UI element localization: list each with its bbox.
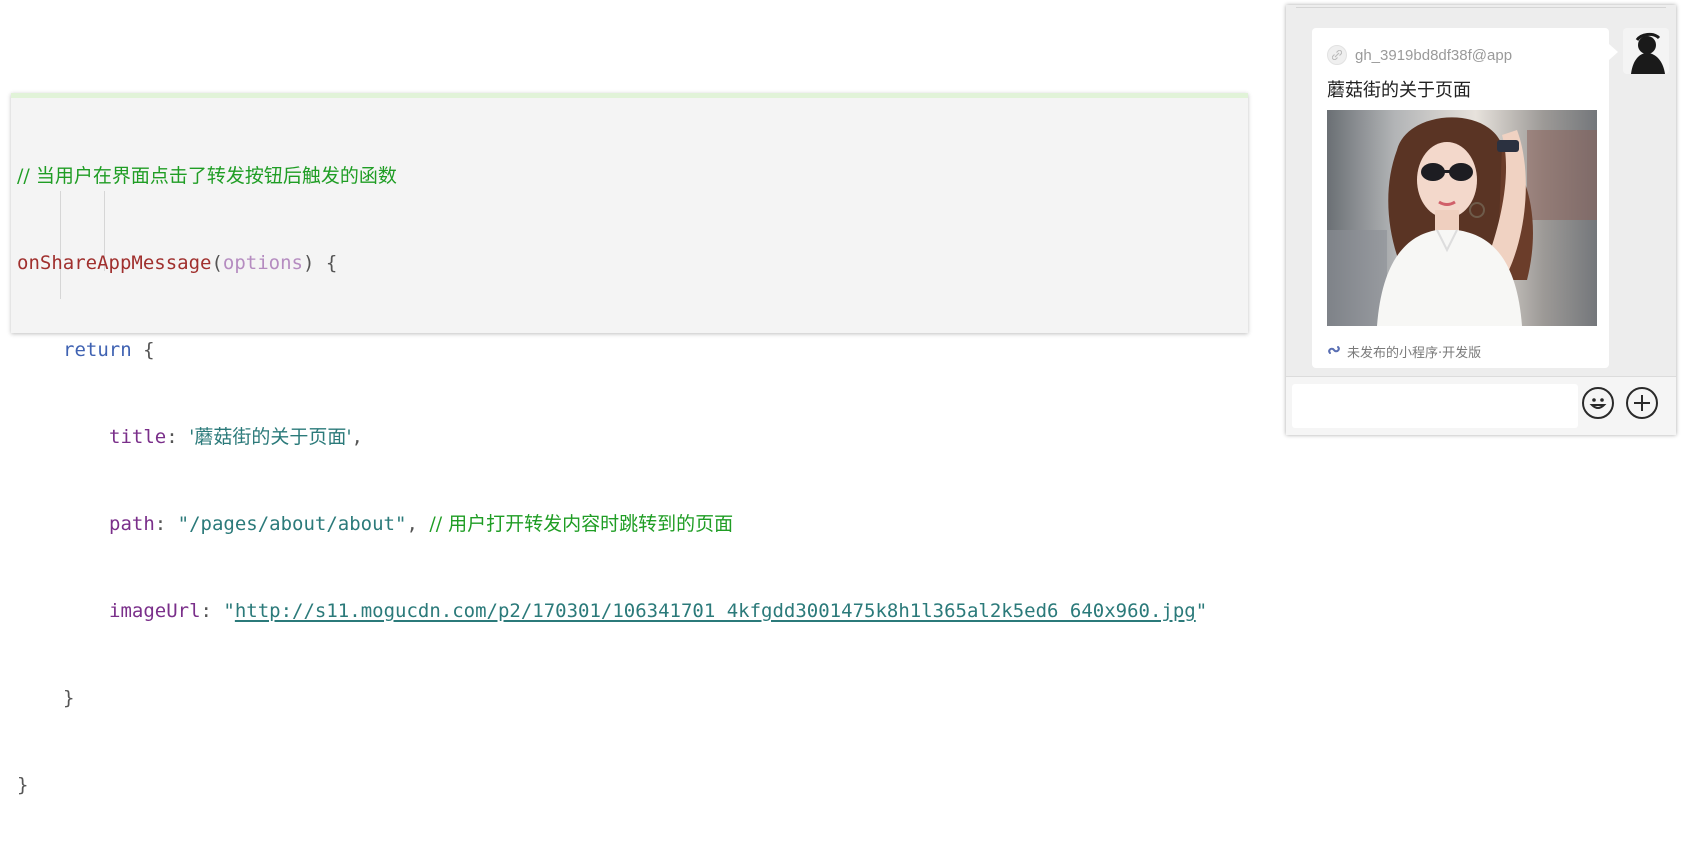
prop-path: path [109, 513, 155, 535]
path-value: "/pages/about/about" [177, 513, 407, 535]
comma: , [351, 426, 363, 448]
code-line-5: path: "/pages/about/about", // 用户打开转发内容时… [17, 510, 1207, 539]
colon: : [154, 513, 178, 535]
emoji-icon [1589, 398, 1607, 409]
mini-program-share-card[interactable]: gh_3919bd8df38f@app 蘑菇街的关于页面 未发布的小程序·开发版 [1312, 28, 1618, 368]
plus-icon [1634, 395, 1650, 411]
link-icon [1327, 45, 1347, 65]
code-content: // 当用户在界面点击了转发按钮后触发的函数 onShareAppMessage… [17, 104, 1207, 858]
quote: " [223, 600, 235, 622]
prop-title: title [109, 426, 167, 448]
share-image [1327, 110, 1597, 326]
title-value: '蘑菇街的关于页面' [189, 426, 352, 448]
code-line-2: onShareAppMessage(options) { [17, 249, 1207, 278]
code-line-8: } [17, 771, 1207, 800]
share-title: 蘑菇街的关于页面 [1327, 80, 1471, 101]
code-block: // 当用户在界面点击了转发按钮后触发的函数 onShareAppMessage… [11, 93, 1248, 796]
plus-button[interactable] [1626, 387, 1658, 419]
code-line-6: imageUrl: "http://s11.mogucdn.com/p2/170… [17, 597, 1207, 626]
code-line-1: // 当用户在界面点击了转发按钮后触发的函数 [17, 162, 1207, 191]
brace: { [131, 339, 155, 361]
comma: , [406, 513, 418, 535]
mini-program-icon [1327, 343, 1343, 361]
quote: " [1195, 600, 1208, 622]
code-line-3: return { [17, 336, 1207, 365]
mini-program-label: 未发布的小程序·开发版 [1347, 346, 1482, 361]
image-url-link[interactable]: http://s11.mogucdn.com/p2/170301/1063417… [235, 600, 1196, 622]
code-line-4: title: '蘑菇街的关于页面', [17, 423, 1207, 452]
mini-program-footer: 未发布的小程序·开发版 [1327, 342, 1481, 361]
app-id: gh_3919bd8df38f@app [1355, 46, 1513, 64]
paren-brace: ) { [303, 252, 338, 274]
return-keyword: return [63, 339, 132, 361]
input-bar [1286, 376, 1676, 435]
code-comment: // 当用户在界面点击了转发按钮后触发的函数 [17, 165, 397, 187]
message-input[interactable] [1292, 384, 1578, 428]
paren: ( [211, 252, 223, 274]
code-comment: // 用户打开转发内容时跳转到的页面 [429, 513, 734, 535]
divider [1296, 7, 1666, 8]
chat-window: gh_3919bd8df38f@app 蘑菇街的关于页面 未发布的小程序·开发版 [1286, 5, 1676, 435]
emoji-button[interactable] [1582, 387, 1614, 419]
colon: : [166, 426, 190, 448]
prop-imageurl: imageUrl [109, 600, 201, 622]
avatar[interactable] [1623, 28, 1669, 74]
function-param: options [222, 252, 303, 274]
colon: : [200, 600, 224, 622]
brace: } [63, 687, 75, 709]
brace: } [17, 774, 29, 796]
code-line-7: } [17, 684, 1207, 713]
app-info-row: gh_3919bd8df38f@app [1327, 44, 1512, 66]
function-name: onShareAppMessage [17, 252, 212, 274]
